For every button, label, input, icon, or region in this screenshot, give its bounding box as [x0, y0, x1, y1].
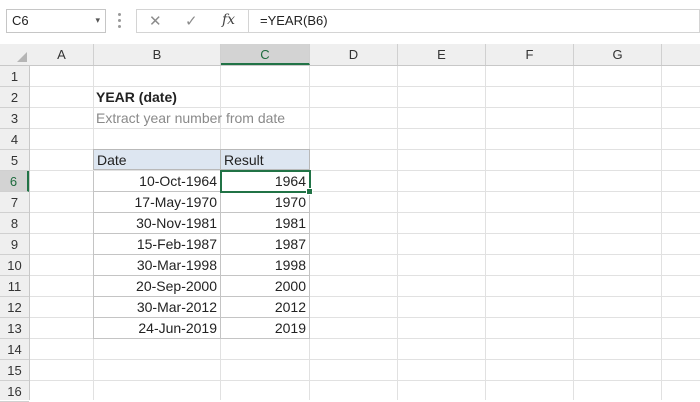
column-header-g[interactable]: G — [574, 44, 662, 65]
row-header-15[interactable]: 15 — [0, 360, 29, 381]
cell-grid[interactable]: YEAR (date) Extract year number from dat… — [30, 66, 700, 400]
row-header-5[interactable]: 5 — [0, 150, 29, 171]
column-header-a[interactable]: A — [30, 44, 94, 65]
formula-input[interactable]: =YEAR(B6) — [249, 9, 700, 33]
cancel-icon[interactable]: ✕ — [149, 12, 162, 30]
row-header-1[interactable]: 1 — [0, 66, 29, 87]
row-header-7[interactable]: 7 — [0, 192, 29, 213]
table-cell-result[interactable]: 2012 — [220, 297, 310, 318]
row-header-6[interactable]: 6 — [0, 171, 29, 192]
row-header-12[interactable]: 12 — [0, 297, 29, 318]
table-cell-result[interactable]: 1981 — [220, 213, 310, 234]
select-all-button[interactable] — [0, 44, 30, 65]
insert-function-icon[interactable]: fx — [222, 12, 235, 28]
name-box-value: C6 — [12, 13, 29, 28]
column-header-f[interactable]: F — [486, 44, 574, 65]
formula-bar-splitter[interactable] — [118, 13, 122, 29]
table-cell-date[interactable]: 30-Mar-2012 — [93, 297, 220, 318]
row-header-3[interactable]: 3 — [0, 108, 29, 129]
enter-icon[interactable]: ✓ — [185, 12, 198, 30]
table-cell-date[interactable]: 20-Sep-2000 — [93, 276, 220, 297]
row-header-16[interactable]: 16 — [0, 381, 29, 402]
column-header-bar: A B C D E F G — [0, 44, 700, 66]
column-header-b[interactable]: B — [94, 44, 221, 65]
table-cell-date[interactable]: 17-May-1970 — [93, 192, 220, 213]
table-cell-date[interactable]: 30-Nov-1981 — [93, 213, 220, 234]
chevron-down-icon[interactable]: ▾ — [95, 15, 100, 26]
column-header-c[interactable]: C — [221, 44, 310, 65]
column-header-d[interactable]: D — [310, 44, 398, 65]
table-cell-date[interactable]: 24-Jun-2019 — [93, 318, 220, 339]
select-all-icon — [17, 52, 27, 62]
active-cell-selection[interactable] — [220, 170, 313, 195]
row-header-10[interactable]: 10 — [0, 255, 29, 276]
table-cell-result[interactable]: 1998 — [220, 255, 310, 276]
row-header-13[interactable]: 13 — [0, 318, 29, 339]
row-header-2[interactable]: 2 — [0, 87, 29, 108]
row-header-bar: 1 2 3 4 5 6 7 8 9 10 11 12 13 14 15 16 — [0, 66, 30, 402]
fill-handle[interactable] — [306, 188, 313, 195]
column-header-e[interactable]: E — [398, 44, 486, 65]
row-header-4[interactable]: 4 — [0, 129, 29, 150]
row-header-9[interactable]: 9 — [0, 234, 29, 255]
sheet-subtitle[interactable]: Extract year number from date — [96, 108, 285, 129]
row-header-11[interactable]: 11 — [0, 276, 29, 297]
table-cell-result[interactable]: 1987 — [220, 234, 310, 255]
formula-text: =YEAR(B6) — [260, 13, 328, 28]
formula-buttons: ✕ ✓ fx — [136, 9, 249, 33]
table-cell-date[interactable]: 30-Mar-1998 — [93, 255, 220, 276]
table-header-result[interactable]: Result — [220, 149, 310, 170]
table-cell-result[interactable]: 1970 — [220, 192, 310, 213]
sheet-title[interactable]: YEAR (date) — [96, 87, 177, 108]
row-header-14[interactable]: 14 — [0, 339, 29, 360]
table-cell-date[interactable]: 15-Feb-1987 — [93, 234, 220, 255]
formula-bar: C6 ▾ ✕ ✓ fx =YEAR(B6) — [0, 0, 700, 44]
table-header-date[interactable]: Date — [93, 149, 220, 170]
table-cell-date[interactable]: 10-Oct-1964 — [93, 171, 220, 192]
table-cell-result[interactable]: 2000 — [220, 276, 310, 297]
row-header-8[interactable]: 8 — [0, 213, 29, 234]
name-box[interactable]: C6 ▾ — [6, 9, 106, 33]
table-cell-result[interactable]: 2019 — [220, 318, 310, 339]
